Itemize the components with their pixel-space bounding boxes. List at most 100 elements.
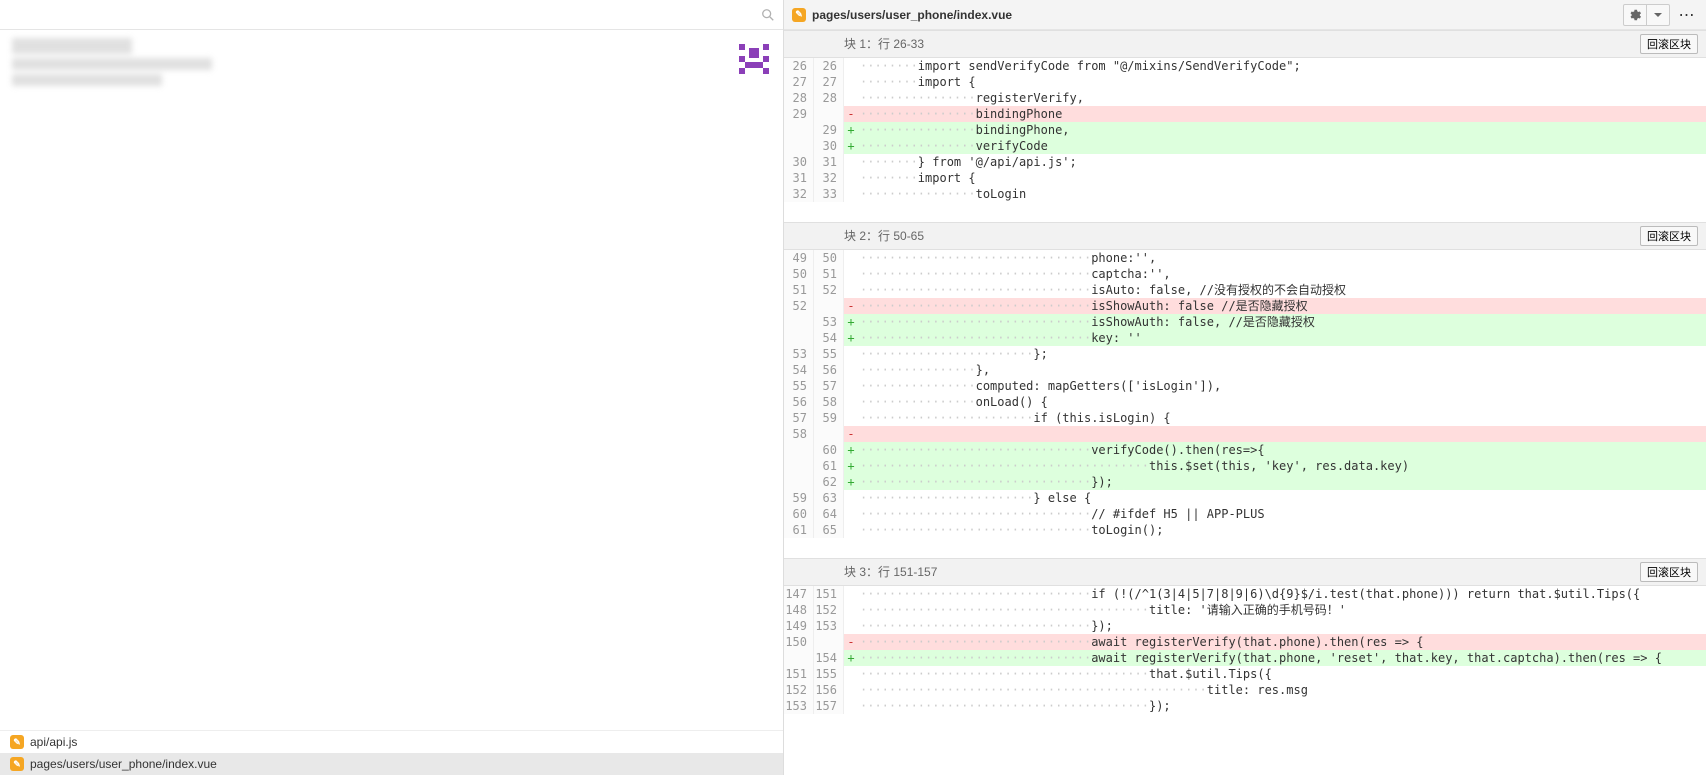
- code-content: ································isAuto: …: [858, 282, 1706, 298]
- diff-marker: [844, 618, 858, 634]
- diff-marker: +: [844, 650, 858, 666]
- diff-line: 4950 ································pho…: [784, 250, 1706, 266]
- file-item[interactable]: ✎pages/users/user_phone/index.vue: [0, 753, 783, 775]
- diff-marker: [844, 394, 858, 410]
- diff-line: 153157 ·································…: [784, 698, 1706, 714]
- line-number-new: 33: [814, 186, 844, 202]
- diff-line: 53+································isSho…: [784, 314, 1706, 330]
- line-number-new: 60: [814, 442, 844, 458]
- diff-line: 154+································awai…: [784, 650, 1706, 666]
- code-content: ········import sendVerifyCode from "@/mi…: [858, 58, 1706, 74]
- line-number-new: 51: [814, 266, 844, 282]
- diff-marker: [844, 346, 858, 362]
- line-number-old: 30: [784, 154, 814, 170]
- code-content: ················toLogin: [858, 186, 1706, 202]
- code-content: ································key: '': [858, 330, 1706, 346]
- code-content: ········································…: [858, 602, 1706, 618]
- line-number-old: 56: [784, 394, 814, 410]
- code-content: ········································…: [858, 458, 1706, 474]
- diff-line: 29-················bindingPhone: [784, 106, 1706, 122]
- code-content: ················computed: mapGetters(['i…: [858, 378, 1706, 394]
- diff-line: 3233 ················toLogin: [784, 186, 1706, 202]
- diff-marker: +: [844, 330, 858, 346]
- code-content: ································});: [858, 618, 1706, 634]
- diff-line: 5963 ························} else {: [784, 490, 1706, 506]
- right-panel: ✎ pages/users/user_phone/index.vue ⋯ 块 1…: [784, 0, 1706, 775]
- more-icon[interactable]: ⋯: [1676, 5, 1698, 25]
- diff-marker: [844, 602, 858, 618]
- diff-marker: [844, 186, 858, 202]
- hunk-header: 块 1：行 26-33回滚区块: [784, 30, 1706, 58]
- file-item[interactable]: ✎api/api.js: [0, 731, 783, 753]
- line-number-new: 153: [814, 618, 844, 634]
- file-path: api/api.js: [30, 735, 77, 749]
- left-body: [0, 110, 783, 730]
- code-content: ········import {: [858, 74, 1706, 90]
- diff-marker: [844, 586, 858, 602]
- line-number-old: 152: [784, 682, 814, 698]
- revert-hunk-button[interactable]: 回滚区块: [1640, 34, 1698, 54]
- diff-line: 61+·····································…: [784, 458, 1706, 474]
- line-number-old: 31: [784, 170, 814, 186]
- line-number-old: 57: [784, 410, 814, 426]
- code-content: ················verifyCode: [858, 138, 1706, 154]
- line-number-old: 28: [784, 90, 814, 106]
- line-number-old: 54: [784, 362, 814, 378]
- line-number-old: [784, 442, 814, 458]
- line-number-new: 53: [814, 314, 844, 330]
- diff-line: 3132 ········import {: [784, 170, 1706, 186]
- code-content: ································await re…: [858, 634, 1706, 650]
- code-content: ························} else {: [858, 490, 1706, 506]
- line-number-old: 27: [784, 74, 814, 90]
- left-panel: ✎api/api.js✎pages/users/user_phone/index…: [0, 0, 784, 775]
- diff-marker: [844, 506, 858, 522]
- diff-line: 62+································});: [784, 474, 1706, 490]
- line-number-new: 63: [814, 490, 844, 506]
- line-number-new: [814, 106, 844, 122]
- diff-line: 58-: [784, 426, 1706, 442]
- code-content: ································});: [858, 474, 1706, 490]
- code-content: ········································…: [858, 682, 1706, 698]
- diff-body[interactable]: 块 1：行 26-33回滚区块2626 ········import sendV…: [784, 30, 1706, 775]
- line-number-old: 52: [784, 298, 814, 314]
- diff-marker: +: [844, 138, 858, 154]
- diff-line: 5051 ································cap…: [784, 266, 1706, 282]
- diff-file-path: pages/users/user_phone/index.vue: [812, 8, 1617, 22]
- code-content: ································toLogin(…: [858, 522, 1706, 538]
- line-number-new: 31: [814, 154, 844, 170]
- code-content: ································isShowAu…: [858, 314, 1706, 330]
- line-number-old: [784, 138, 814, 154]
- code-content: ································isShowAu…: [858, 298, 1706, 314]
- line-number-old: 58: [784, 426, 814, 442]
- code-content: ································captcha:…: [858, 266, 1706, 282]
- gear-icon[interactable]: [1624, 5, 1646, 25]
- settings-group[interactable]: [1623, 4, 1670, 26]
- line-number-old: 60: [784, 506, 814, 522]
- code-content: ················onLoad() {: [858, 394, 1706, 410]
- line-number-new: 56: [814, 362, 844, 378]
- diff-marker: [844, 378, 858, 394]
- line-number-new: [814, 634, 844, 650]
- search-icon[interactable]: [761, 8, 775, 22]
- revert-hunk-button[interactable]: 回滚区块: [1640, 562, 1698, 582]
- chevron-down-icon[interactable]: [1647, 5, 1669, 25]
- diff-marker: [844, 410, 858, 426]
- diff-line: 3031 ········} from '@/api/api.js';: [784, 154, 1706, 170]
- diff-line: 5557 ················computed: mapGetter…: [784, 378, 1706, 394]
- line-number-old: 151: [784, 666, 814, 682]
- diff-marker: [844, 682, 858, 698]
- code-content: ················registerVerify,: [858, 90, 1706, 106]
- file-list: ✎api/api.js✎pages/users/user_phone/index…: [0, 730, 783, 775]
- line-number-old: 50: [784, 266, 814, 282]
- diff-marker: +: [844, 122, 858, 138]
- diff-line: 6064 ································// …: [784, 506, 1706, 522]
- revert-hunk-button[interactable]: 回滚区块: [1640, 226, 1698, 246]
- diff-marker: [844, 666, 858, 682]
- modified-file-icon: ✎: [10, 757, 24, 771]
- diff-marker: [844, 266, 858, 282]
- line-number-new: 29: [814, 122, 844, 138]
- diff-line: 5658 ················onLoad() {: [784, 394, 1706, 410]
- diff-marker: -: [844, 634, 858, 650]
- hunk-title: 块 3：行 151-157: [844, 564, 1640, 580]
- diff-marker: -: [844, 106, 858, 122]
